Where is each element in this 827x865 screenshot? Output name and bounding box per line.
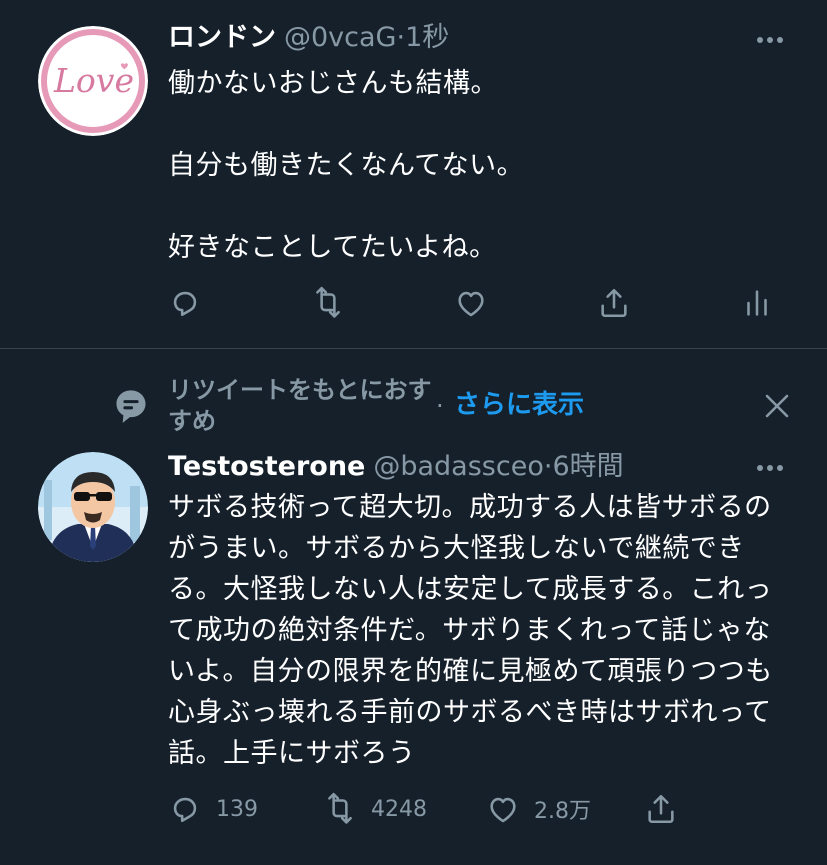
cartoon-man-avatar-image xyxy=(38,452,148,562)
speech-bubble-icon xyxy=(116,390,146,423)
more-options-button[interactable] xyxy=(755,453,785,483)
tweet-timestamp[interactable]: 1秒 xyxy=(405,22,449,53)
tweet-text: 働かないおじさんも結構。 自分も働きたくなんてない。 好きなことしてたいよね。 xyxy=(168,63,788,268)
reply-count: 139 xyxy=(216,796,258,822)
share-button[interactable] xyxy=(597,283,631,323)
reply-icon xyxy=(173,797,197,823)
show-more-link[interactable]: さらに表示 xyxy=(454,390,584,421)
retweet-count: 4248 xyxy=(371,796,427,822)
more-options-button[interactable] xyxy=(755,25,785,55)
ellipsis-icon xyxy=(757,465,783,471)
share-icon xyxy=(648,794,674,824)
display-name[interactable]: Testosterone xyxy=(168,451,365,482)
tweet-paragraph: 自分も働きたくなんてない。 xyxy=(168,150,525,181)
reply-button[interactable]: 139 xyxy=(168,789,258,829)
display-name[interactable]: ロンドン xyxy=(168,22,276,53)
like-button[interactable] xyxy=(454,283,488,323)
tweet[interactable]: リツイートをもとにおすすめ · さらに表示 Testosterone @bada… xyxy=(0,349,827,865)
separator-dot: · xyxy=(436,392,444,420)
heart-icon xyxy=(490,797,516,823)
avatar[interactable]: Love xyxy=(38,26,148,136)
tweet-actions: 139 4248 2.8万 xyxy=(168,789,788,829)
tweet-header: Testosterone @badassceo·6時間 xyxy=(168,451,624,483)
ellipsis-icon xyxy=(757,37,783,43)
retweet-icon xyxy=(316,286,340,318)
dismiss-button[interactable] xyxy=(762,391,792,421)
recommendation-label: リツイートをもとにおすすめ xyxy=(168,376,432,435)
tweet-paragraph: 好きなことしてたいよね。 xyxy=(168,232,497,263)
retweet-icon xyxy=(328,792,352,824)
retweet-button[interactable] xyxy=(311,283,345,323)
reply-icon xyxy=(173,291,197,317)
separator-dot: · xyxy=(396,22,406,53)
user-handle[interactable]: @badassceo xyxy=(373,451,543,482)
close-icon xyxy=(765,394,789,418)
tweet[interactable]: Love ロンドン @0vcaG·1秒 働かないおじさんも結構。 自分も働きたくな… xyxy=(0,0,827,349)
like-button[interactable]: 2.8万 xyxy=(486,789,591,829)
share-button[interactable] xyxy=(644,789,678,829)
tweet-header: ロンドン @0vcaG·1秒 xyxy=(168,22,449,54)
like-count: 2.8万 xyxy=(534,799,591,824)
retweet-button[interactable]: 4248 xyxy=(323,789,427,829)
analytics-icon xyxy=(747,290,767,316)
tweet-paragraph: サボる技術って超大切。成功する人は皆サボるのがうまい。サボるから大怪我しないで継… xyxy=(168,492,773,769)
tweet-text: サボる技術って超大切。成功する人は皆サボるのがうまい。サボるから大怪我しないで継… xyxy=(168,487,778,774)
reply-button[interactable] xyxy=(168,283,202,323)
timeline: Love ロンドン @0vcaG·1秒 働かないおじさんも結構。 自分も働きたくな… xyxy=(0,0,827,865)
love-avatar-image: Love xyxy=(38,26,148,136)
avatar[interactable] xyxy=(38,452,148,562)
analytics-button[interactable] xyxy=(740,283,774,323)
share-icon xyxy=(601,288,627,318)
tweet-timestamp[interactable]: 6時間 xyxy=(552,451,623,482)
recommendation-context: リツイートをもとにおすすめ · さらに表示 xyxy=(114,375,714,439)
heart-icon xyxy=(458,291,484,317)
tweet-paragraph: 働かないおじさんも結構。 xyxy=(168,68,498,99)
user-handle[interactable]: @0vcaG xyxy=(284,22,396,53)
tweet-actions xyxy=(168,283,788,323)
